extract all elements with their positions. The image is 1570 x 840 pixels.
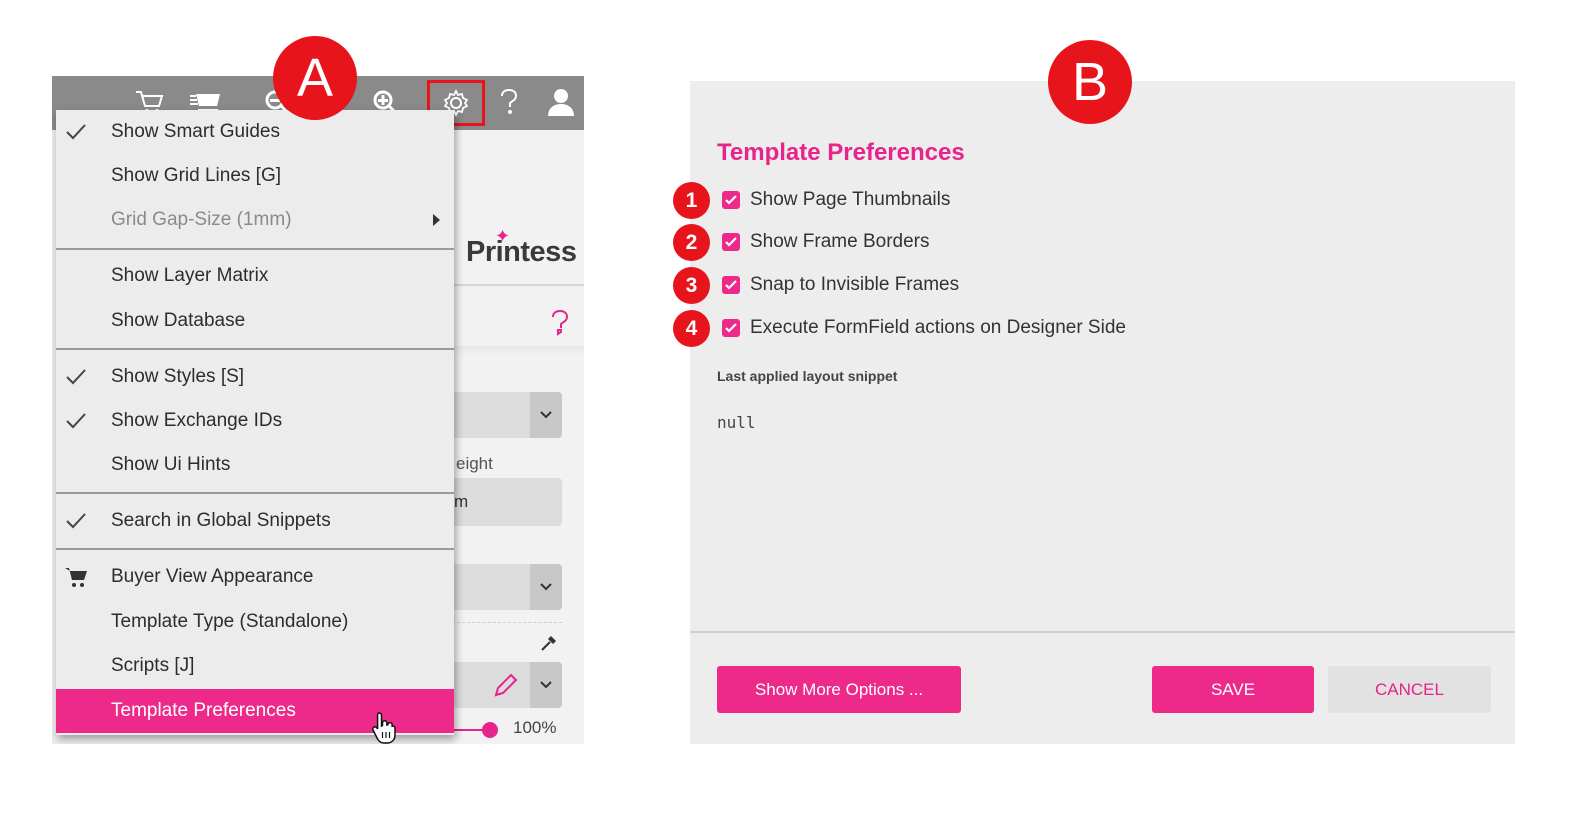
menu-item-label: Show Ui Hints: [111, 454, 231, 475]
menu-item-grid-gap-size[interactable]: Grid Gap-Size (1mm): [56, 198, 454, 242]
dialog-title: Template Preferences: [717, 139, 965, 166]
menu-divider: [56, 492, 454, 494]
snippet-label: Last applied layout snippet: [717, 368, 898, 384]
color-select[interactable]: [452, 662, 562, 708]
pref-label: Show Frame Borders: [750, 231, 930, 252]
properties-divider: [452, 284, 584, 286]
callout-2-badge: 2: [673, 224, 710, 261]
menu-item-label: Show Exchange IDs: [111, 410, 283, 431]
menu-item-show-smart-guides[interactable]: Show Smart Guides: [56, 110, 454, 154]
cancel-button[interactable]: CANCEL: [1328, 666, 1491, 713]
properties-header-shadow: [452, 346, 584, 356]
menu-item-buyer-view-appearance[interactable]: Buyer View Appearance: [56, 555, 454, 599]
pref-show-page-thumbnails[interactable]: Show Page Thumbnails: [722, 187, 950, 213]
snippet-value: null: [717, 413, 756, 432]
properties-dashed-divider: [452, 622, 562, 623]
menu-item-show-layer-matrix[interactable]: Show Layer Matrix: [56, 254, 454, 298]
menu-item-show-exchange-ids[interactable]: Show Exchange IDs: [56, 399, 454, 443]
opacity-slider-knob[interactable]: [482, 722, 498, 738]
dialog-footer-divider: [690, 631, 1515, 633]
checkmark-icon: [66, 513, 86, 529]
menu-divider: [56, 548, 454, 550]
chevron-down-icon: [530, 392, 562, 438]
template-preferences-dialog: Template Preferences Show Page Thumbnail…: [690, 81, 1515, 744]
checkbox-checked-icon[interactable]: [722, 319, 740, 337]
checkbox-checked-icon[interactable]: [722, 276, 740, 294]
help-icon[interactable]: [548, 308, 576, 340]
checkbox-checked-icon[interactable]: [722, 191, 740, 209]
menu-item-label: Buyer View Appearance: [111, 566, 314, 587]
callout-3-badge: 3: [673, 267, 710, 304]
menu-item-scripts[interactable]: Scripts [J]: [56, 644, 454, 688]
menu-item-label: Grid Gap-Size (1mm): [111, 209, 292, 230]
height-input[interactable]: m: [452, 478, 562, 526]
height-unit: m: [454, 492, 469, 511]
callout-a-badge: A: [273, 36, 357, 120]
checkbox-checked-icon[interactable]: [722, 233, 740, 251]
menu-item-show-ui-hints[interactable]: Show Ui Hints: [56, 443, 454, 487]
height-label: eight: [456, 454, 493, 473]
show-more-options-button[interactable]: Show More Options ...: [717, 666, 961, 713]
brand-logo: Printess: [466, 236, 577, 268]
submenu-arrow-icon: [433, 214, 440, 226]
menu-item-show-database[interactable]: Show Database: [56, 299, 454, 343]
menu-item-label: Search in Global Snippets: [111, 510, 331, 531]
menu-item-label: Show Database: [111, 310, 246, 331]
chevron-down-icon: [530, 564, 562, 610]
menu-item-label: Show Styles [S]: [111, 366, 245, 387]
checkmark-icon: [66, 413, 86, 429]
menu-item-label: Show Smart Guides: [111, 121, 280, 142]
help-icon[interactable]: [490, 84, 528, 120]
settings-dropdown-menu: Show Smart Guides Show Grid Lines [G] Gr…: [56, 110, 454, 735]
checkmark-icon: [66, 369, 86, 385]
pref-label: Show Page Thumbnails: [750, 189, 951, 210]
properties-select[interactable]: [452, 392, 562, 438]
menu-item-label: Template Type (Standalone): [111, 611, 349, 632]
menu-item-label: Show Layer Matrix: [111, 265, 269, 286]
pref-label: Snap to Invisible Frames: [750, 274, 960, 295]
editor-panel: ✦ Printess eight m 100% Show Smart Guide…: [52, 76, 584, 744]
opacity-value: 100%: [513, 718, 557, 737]
callout-1-badge: 1: [673, 182, 710, 219]
menu-item-show-styles[interactable]: Show Styles [S]: [56, 355, 454, 399]
chevron-down-icon: [530, 662, 562, 708]
pencil-icon: [492, 671, 520, 699]
checkmark-icon: [66, 124, 86, 140]
user-icon[interactable]: [542, 84, 580, 120]
pref-snap-invisible-frames[interactable]: Snap to Invisible Frames: [722, 272, 959, 298]
save-button[interactable]: SAVE: [1152, 666, 1314, 713]
properties-select-2[interactable]: [452, 564, 562, 610]
pref-label: Execute FormField actions on Designer Si…: [750, 317, 1126, 338]
menu-item-search-global-snippets[interactable]: Search in Global Snippets: [56, 499, 454, 543]
hand-cursor-icon: [370, 710, 402, 744]
menu-item-label: Scripts [J]: [111, 655, 195, 676]
cart-icon: [65, 568, 87, 587]
menu-item-show-grid-lines[interactable]: Show Grid Lines [G]: [56, 154, 454, 198]
menu-item-label: Template Preferences: [111, 700, 296, 721]
eyedropper-icon[interactable]: [538, 632, 562, 656]
menu-item-template-type[interactable]: Template Type (Standalone): [56, 600, 454, 644]
pref-show-frame-borders[interactable]: Show Frame Borders: [722, 229, 930, 255]
callout-b-badge: B: [1048, 40, 1132, 124]
menu-divider: [56, 348, 454, 350]
pref-execute-formfield-actions[interactable]: Execute FormField actions on Designer Si…: [722, 315, 1126, 341]
menu-divider: [56, 248, 454, 250]
callout-4-badge: 4: [673, 310, 710, 347]
menu-item-label: Show Grid Lines [G]: [111, 165, 282, 186]
